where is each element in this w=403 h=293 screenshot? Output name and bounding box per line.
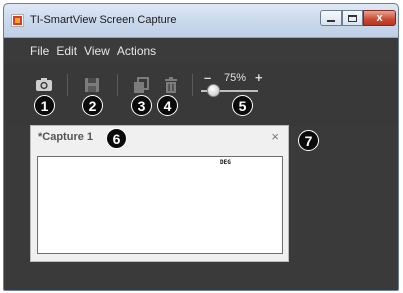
callout-3: 3 <box>131 95 152 116</box>
minimize-icon <box>327 19 335 22</box>
copy-icon[interactable] <box>132 76 150 94</box>
callout-7: 7 <box>298 130 319 151</box>
tab-close-icon[interactable]: × <box>271 129 279 144</box>
zoom-in-button[interactable]: + <box>255 70 263 85</box>
capture-tab-title: *Capture 1 <box>38 131 93 143</box>
callout-1: 1 <box>34 95 55 116</box>
maximize-icon <box>348 14 357 22</box>
maximize-button[interactable] <box>342 10 363 26</box>
zoom-level: 75% <box>224 72 247 84</box>
calculator-screen: DEG <box>37 156 283 254</box>
window-title: TI-SmartView Screen Capture <box>30 14 177 26</box>
save-icon[interactable] <box>83 76 101 94</box>
zoom-out-button[interactable]: – <box>204 70 211 85</box>
angle-mode-indicator: DEG <box>220 159 231 166</box>
callout-5: 5 <box>232 95 253 116</box>
toolbar-separator <box>117 74 118 96</box>
menu-actions[interactable]: Actions <box>117 44 156 58</box>
capture-tab-label: Capture 1 <box>42 131 94 143</box>
capture-tab-header[interactable]: *Capture 1 × <box>31 126 288 149</box>
toolbar-separator <box>67 74 68 96</box>
camera-icon[interactable] <box>35 76 53 94</box>
menu-bar: File Edit View Actions <box>4 39 398 63</box>
callout-2: 2 <box>82 95 103 116</box>
zoom-slider-thumb[interactable] <box>207 84 220 97</box>
close-window-button[interactable]: x <box>363 10 396 26</box>
callout-4: 4 <box>157 95 178 116</box>
callout-6: 6 <box>106 128 127 149</box>
capture-tab-panel: *Capture 1 × DEG <box>30 125 289 262</box>
menu-view[interactable]: View <box>84 44 110 58</box>
app-icon <box>11 14 24 27</box>
toolbar-separator <box>192 74 193 96</box>
title-bar: TI-SmartView Screen Capture x <box>4 4 398 38</box>
menu-file[interactable]: File <box>30 44 49 58</box>
toolbar <box>4 63 398 125</box>
trash-icon[interactable] <box>162 76 180 94</box>
minimize-button[interactable] <box>320 10 342 26</box>
menu-edit[interactable]: Edit <box>56 44 77 58</box>
close-icon: x <box>376 12 383 24</box>
